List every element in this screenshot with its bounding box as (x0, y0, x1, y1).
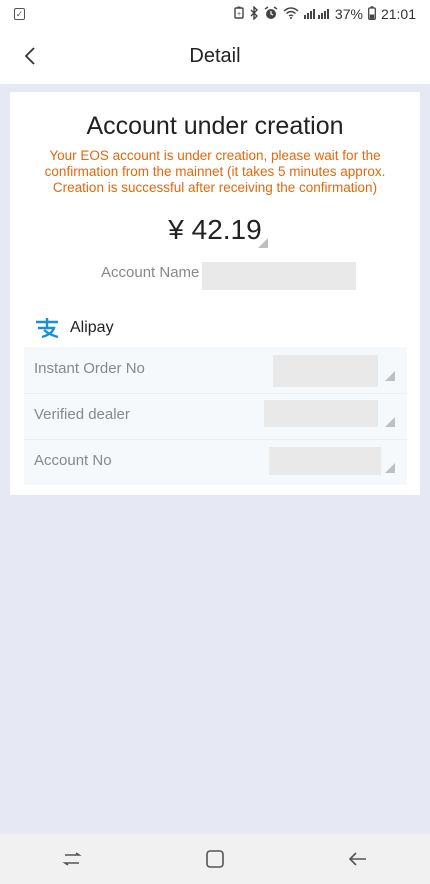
battery-icon (368, 5, 376, 23)
battery-level: 37% (334, 6, 363, 22)
status-left: ✓ (14, 8, 25, 20)
account-no-redacted (269, 447, 381, 475)
order-details-list: Instant Order No Verified dealer Account… (24, 347, 407, 485)
checklist-icon: ✓ (14, 8, 25, 20)
system-nav-bar (0, 834, 430, 884)
verified-dealer-redacted (264, 400, 378, 427)
back-arrow-icon (349, 852, 367, 866)
page-title: Detail (189, 44, 241, 67)
instant-order-no-redacted (273, 355, 378, 387)
amount-value: ¥ 42.19 (168, 214, 262, 245)
clock-time: 21:01 (380, 6, 416, 22)
status-title: Account under creation (86, 112, 344, 140)
account-name-redacted (202, 262, 356, 290)
creation-notice: Your EOS account is under creation, plea… (44, 148, 386, 195)
detail-row-account-no: Account No (24, 439, 407, 485)
status-bar: ✓ + 37% 21:01 (0, 0, 430, 28)
svg-text:+: + (237, 11, 241, 18)
account-name-label: Account Name (101, 264, 200, 281)
back-button[interactable] (16, 42, 44, 70)
order-detail-card: Account under creation Your EOS account … (10, 92, 420, 495)
app-header: Detail (0, 28, 430, 84)
corner-triangle-icon (385, 371, 395, 381)
payment-method-label: Alipay (70, 319, 114, 336)
status-right: + 37% 21:01 (234, 4, 416, 23)
home-icon (206, 850, 224, 868)
detail-label: Account No (34, 452, 112, 469)
signal-icon (303, 7, 330, 22)
detail-label: Instant Order No (34, 360, 145, 377)
home-button[interactable] (195, 839, 235, 879)
wifi-icon (283, 6, 299, 22)
alipay-icon (36, 318, 59, 339)
payment-method-row: Alipay (34, 317, 114, 339)
corner-triangle-icon (258, 238, 268, 248)
detail-row-instant-order-no: Instant Order No (24, 347, 407, 394)
recent-apps-icon (62, 852, 82, 866)
chevron-left-icon (24, 47, 35, 65)
alarm-icon (264, 5, 278, 23)
corner-triangle-icon (385, 463, 395, 473)
corner-triangle-icon (385, 417, 395, 427)
detail-row-verified-dealer: Verified dealer (24, 393, 407, 440)
bluetooth-icon (249, 4, 259, 23)
detail-label: Verified dealer (34, 406, 130, 423)
recent-apps-button[interactable] (52, 839, 92, 879)
nav-back-button[interactable] (338, 839, 378, 879)
battery-saver-icon: + (234, 6, 244, 22)
